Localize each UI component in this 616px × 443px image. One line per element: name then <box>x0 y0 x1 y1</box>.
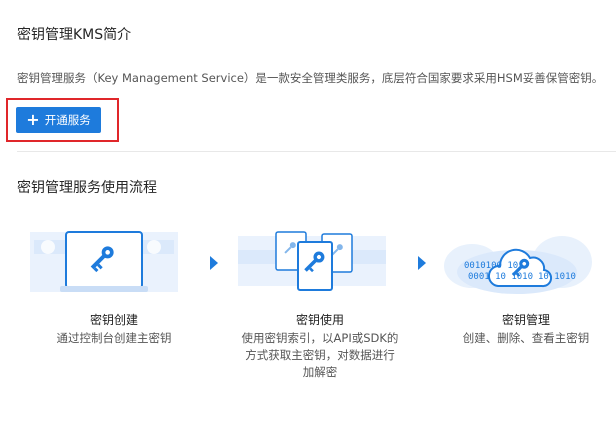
step-desc-use: 使用密钥索引，以API或SDK的 方式获取主密钥，对数据进行 加解密 <box>230 330 410 381</box>
flow-title: 密钥管理服务使用流程 <box>17 180 157 196</box>
step-desc-manage: 创建、删除、查看主密钥 <box>446 330 606 347</box>
step-desc-use-line-2: 方式获取主密钥，对数据进行 <box>245 348 395 362</box>
open-service-label: 开通服务 <box>44 113 91 127</box>
step-desc-manage-line-1: 创建、删除、查看主密钥 <box>462 331 590 345</box>
key-monitor-icon <box>30 231 178 292</box>
step-desc-use-line-1: 使用密钥索引，以API或SDK的 <box>241 331 399 345</box>
step-desc-use-line-3: 加解密 <box>302 365 338 379</box>
kms-intro-title: 密钥管理KMS简介 <box>17 27 132 43</box>
step-name-manage: 密钥管理 <box>501 313 550 327</box>
step-name-create: 密钥创建 <box>89 313 138 327</box>
flow-arrow-1 <box>210 256 218 270</box>
binary-text-2: 0001 10 1010 <box>468 272 533 282</box>
key-cloud-icon: 0010100 10 0001 10 1010 10 1010 <box>444 236 592 294</box>
binary-text-1: 0010100 10 <box>464 261 518 271</box>
plus-icon: + <box>26 110 40 129</box>
kms-intro-description: 密钥管理服务（Key Management Service）是一款安全管理类服务… <box>17 71 604 85</box>
key-documents-icon <box>238 231 386 291</box>
divider <box>17 151 616 152</box>
flow-arrow-2 <box>418 256 426 270</box>
step-desc-create-line-1: 通过控制台创建主密钥 <box>56 331 172 345</box>
open-service-button[interactable]: + 开通服务 <box>16 107 101 133</box>
binary-text-3: 10 1010 <box>538 272 576 282</box>
step-desc-create: 通过控制台创建主密钥 <box>34 330 194 347</box>
step-name-use: 密钥使用 <box>295 313 344 327</box>
